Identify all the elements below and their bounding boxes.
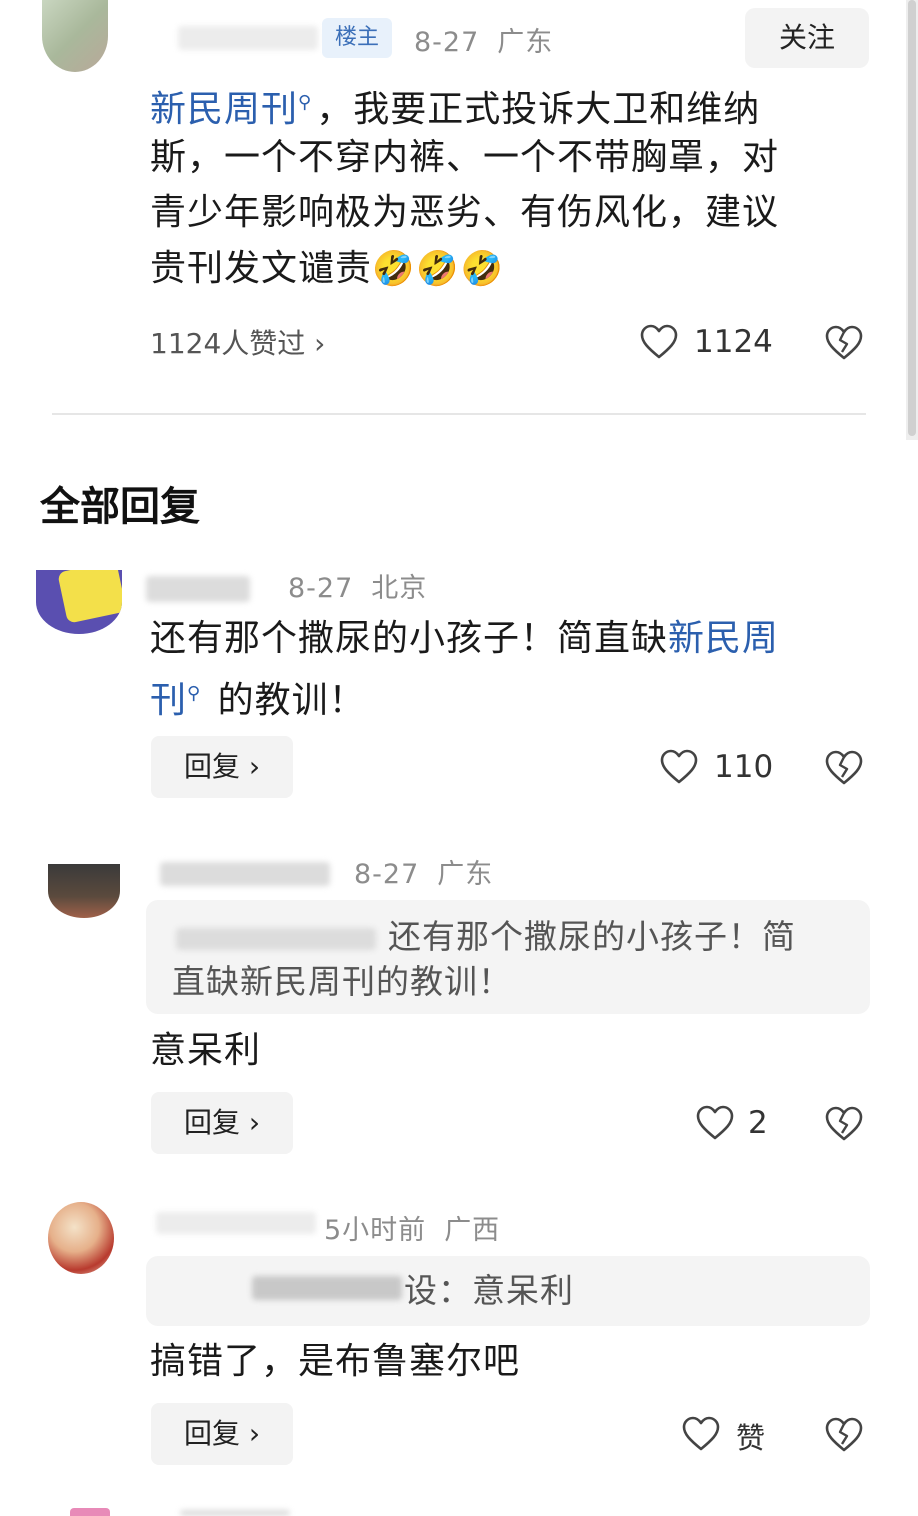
post-date: 8-27: [414, 27, 480, 58]
username-blurred[interactable]: [178, 26, 318, 50]
avatar[interactable]: [48, 864, 120, 918]
post-text-line3: 青少年影响极为恶劣、有伤风化，建议: [150, 192, 780, 233]
search-lens-icon[interactable]: ⚲: [187, 683, 201, 704]
post-text-line4: 贵刊发文谴责🤣🤣🤣: [150, 242, 505, 296]
heart-outline-icon[interactable]: [696, 1105, 734, 1141]
mention-link[interactable]: 刊: [150, 680, 187, 721]
post-location: 广东: [497, 27, 554, 58]
likers-link[interactable]: 1124人赞过 ›: [150, 322, 325, 362]
username-blurred[interactable]: [180, 1510, 290, 1516]
broken-heart-icon[interactable]: [825, 750, 863, 786]
reply-meta: 8-27 广东: [354, 852, 493, 891]
broken-heart-icon[interactable]: [825, 1106, 863, 1142]
reply-text-line2: 刊⚲ 的教训！: [150, 667, 366, 728]
avatar[interactable]: [36, 570, 122, 634]
scrollbar-thumb[interactable]: [908, 0, 916, 436]
broken-heart-icon[interactable]: [825, 325, 863, 361]
heart-outline-icon[interactable]: [640, 324, 678, 360]
reply-button[interactable]: 回复 ›: [151, 1403, 293, 1465]
reply-meta: 8-27 北京: [288, 566, 427, 605]
post-text-segment: 贵刊发文谴责: [150, 248, 373, 289]
reply-button[interactable]: 回复 ›: [151, 736, 293, 798]
quoted-comment[interactable]: 设：意呆利: [146, 1256, 870, 1326]
avatar[interactable]: [70, 1508, 110, 1516]
divider: [52, 413, 866, 415]
post-meta: 8-27 广东: [414, 20, 553, 59]
reply-date: 5小时前: [324, 1215, 427, 1246]
post-text-line1: 新民周刊⚲ ，我要正式投诉大卫和维纳: [150, 76, 760, 137]
section-title: 全部回复: [40, 484, 200, 530]
broken-heart-icon[interactable]: [825, 1417, 863, 1453]
owner-badge: 楼主: [322, 18, 392, 58]
post-text-segment: ，我要正式投诉大卫和维纳: [316, 89, 761, 130]
username-blurred[interactable]: [160, 862, 330, 886]
quoted-text-line1: 还有那个撒尿的小孩子！简: [388, 917, 796, 956]
scrollbar[interactable]: [906, 0, 918, 440]
reply-location: 北京: [371, 573, 428, 604]
avatar[interactable]: [48, 1202, 114, 1274]
like-count: 110: [714, 749, 774, 785]
quoted-comment[interactable]: 还有那个撒尿的小孩子！简 直缺新民周刊的教训！: [146, 900, 870, 1014]
laugh-cry-emoji: 🤣🤣🤣: [372, 249, 506, 289]
avatar-inner: [57, 570, 122, 624]
quoted-username-blurred: [252, 1276, 402, 1300]
reply-date: 8-27: [354, 859, 420, 890]
username-blurred[interactable]: [156, 1212, 316, 1234]
reply-button[interactable]: 回复 ›: [151, 1092, 293, 1154]
reply-text: 搞错了，是布鲁塞尔吧: [150, 1341, 521, 1382]
mention-link[interactable]: 新民周: [668, 618, 779, 659]
avatar[interactable]: [42, 0, 108, 72]
like-count: 1124: [694, 324, 773, 360]
reply-date: 8-27: [288, 573, 354, 604]
mention-link[interactable]: 新民周刊: [150, 89, 298, 130]
search-lens-icon[interactable]: ⚲: [298, 92, 312, 113]
heart-outline-icon[interactable]: [682, 1416, 720, 1452]
post-text-line2: 斯，一个不穿内裤、一个不带胸罩，对: [150, 137, 780, 178]
like-button-label[interactable]: 赞: [736, 1415, 765, 1457]
reply-text-segment: 还有那个撒尿的小孩子！简直缺: [150, 618, 669, 659]
quoted-username-blurred: [176, 928, 376, 950]
heart-outline-icon[interactable]: [660, 749, 698, 785]
quoted-text-line2: 直缺新民周刊的教训！: [172, 962, 512, 1001]
reply-text-line1: 还有那个撒尿的小孩子！简直缺新民周: [150, 612, 779, 666]
reply-location: 广西: [444, 1215, 501, 1246]
follow-button[interactable]: 关注: [745, 8, 869, 68]
like-count: 2: [748, 1105, 768, 1141]
reply-text-segment: 的教训！: [205, 680, 366, 721]
reply-location: 广东: [437, 859, 494, 890]
reply-text: 意呆利: [150, 1030, 262, 1071]
username-blurred[interactable]: [146, 576, 250, 602]
reply-meta: 5小时前 广西: [324, 1208, 500, 1247]
quoted-text-line1: 设：意呆利: [404, 1271, 574, 1310]
